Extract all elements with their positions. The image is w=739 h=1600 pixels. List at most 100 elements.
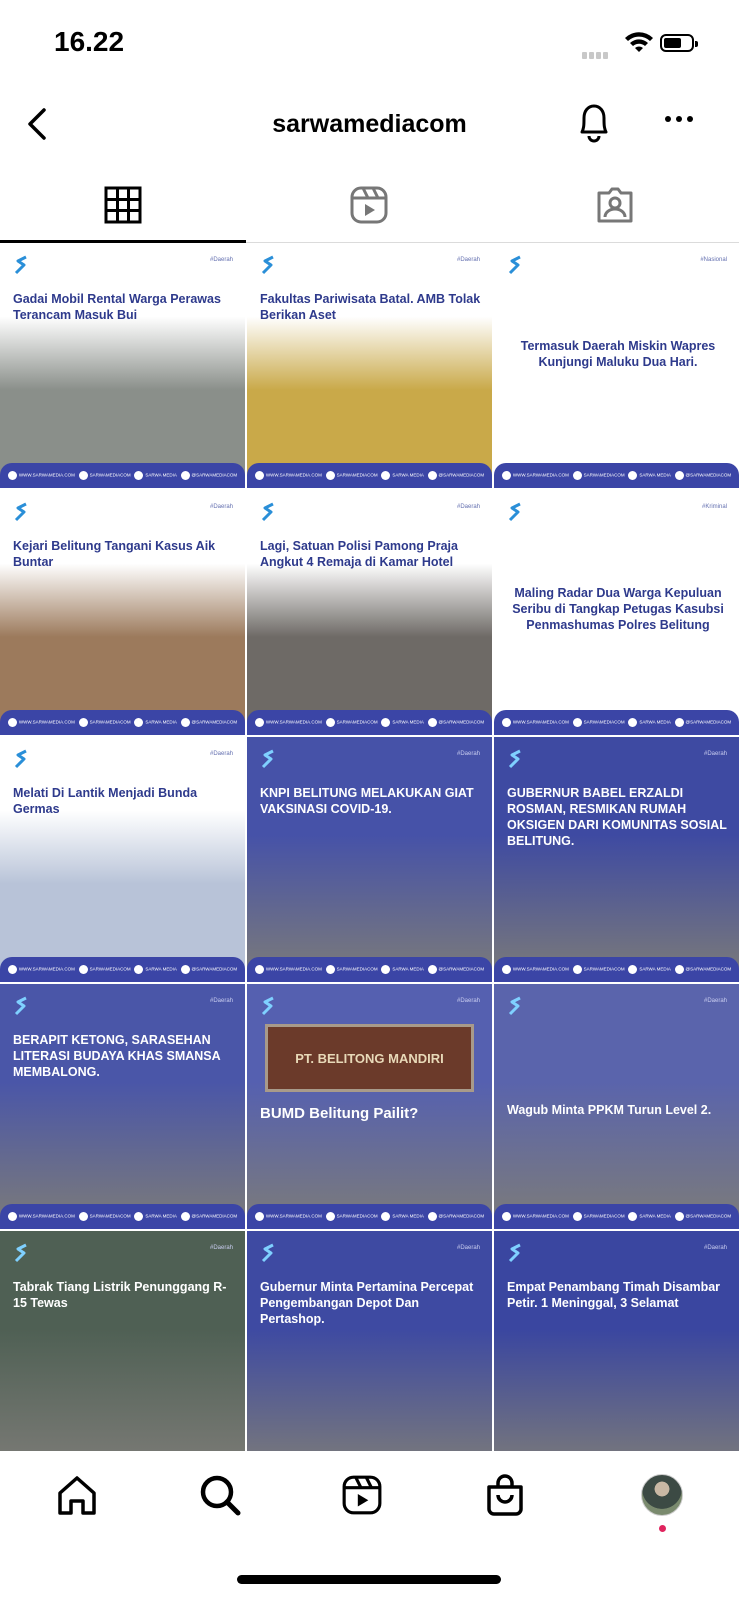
nav-home[interactable] bbox=[52, 1470, 102, 1520]
post-category-tag: #Daerah bbox=[456, 998, 480, 1004]
post-footer: WWW.SARWAMEDIA.COM SARWAMEDIACOM SARWA MED… bbox=[0, 463, 245, 488]
brand-logo-icon bbox=[261, 255, 274, 275]
posts-grid: #Daerah Gadai Mobil Rental Warga Perawas … bbox=[0, 243, 739, 1451]
grid-post[interactable]: #Daerah Gubernur Minta Pertamina Percepat… bbox=[247, 1231, 492, 1451]
footer-twitter-text: @SARWAMEDIACOM bbox=[438, 966, 485, 972]
twitter-icon bbox=[674, 718, 684, 727]
grid-post[interactable]: #Daerah Tabrak Tiang Listrik Penunggang R… bbox=[0, 1231, 245, 1451]
post-category-tag: #Daerah bbox=[456, 1245, 480, 1251]
grid-post[interactable]: #Daerah KNPI BELITUNG MELAKUKAN GIAT VAKS… bbox=[247, 737, 492, 982]
tab-grid[interactable] bbox=[0, 168, 246, 243]
twitter-icon bbox=[180, 718, 190, 727]
footer-twitter-text: @SARWAMEDIACOM bbox=[685, 1213, 732, 1219]
footer-facebook: SARWA MEDIA bbox=[134, 1212, 177, 1221]
post-footer: WWW.SARWAMEDIA.COM SARWAMEDIACOM SARWA MED… bbox=[494, 1204, 739, 1229]
grid-post[interactable]: #Daerah BERAPIT KETONG, SARASEHAN LITERAS… bbox=[0, 984, 245, 1229]
brand-logo-icon bbox=[261, 996, 274, 1016]
grid-post[interactable]: #Daerah PT. BELITONG MANDIRI BUMD Belitung… bbox=[247, 984, 492, 1229]
brand-logo-icon bbox=[508, 749, 521, 769]
twitter-icon bbox=[674, 471, 684, 480]
post-headline: GUBERNUR BABEL ERZALDI ROSMAN, RESMIKAN … bbox=[507, 786, 727, 848]
grid-post[interactable]: #Daerah GUBERNUR BABEL ERZALDI ROSMAN, RE… bbox=[494, 737, 739, 982]
instagram-icon bbox=[572, 1212, 582, 1221]
brand-logo-icon bbox=[14, 255, 27, 275]
avatar bbox=[641, 1474, 683, 1516]
twitter-icon bbox=[180, 965, 190, 974]
footer-facebook: SARWA MEDIA bbox=[628, 965, 671, 974]
footer-facebook: SARWA MEDIA bbox=[628, 718, 671, 727]
footer-website: WWW.SARWAMEDIA.COM bbox=[501, 1212, 569, 1221]
footer-instagram-text: SARWAMEDIACOM bbox=[336, 719, 378, 725]
footer-twitter-text: @SARWAMEDIACOM bbox=[685, 719, 732, 725]
website-icon bbox=[501, 1212, 511, 1221]
facebook-icon bbox=[134, 1212, 144, 1221]
tab-reels[interactable] bbox=[246, 168, 492, 242]
footer-facebook: SARWA MEDIA bbox=[381, 718, 424, 727]
post-footer: WWW.SARWAMEDIA.COM SARWAMEDIACOM SARWA MED… bbox=[0, 957, 245, 982]
instagram-icon bbox=[572, 471, 582, 480]
grid-post[interactable]: #Daerah Gadai Mobil Rental Warga Perawas … bbox=[0, 243, 245, 488]
post-category-tag: #Daerah bbox=[456, 751, 480, 757]
brand-logo-icon bbox=[261, 502, 274, 522]
website-icon bbox=[254, 471, 264, 480]
grid-post[interactable]: #Daerah Melati Di Lantik Menjadi Bunda Ge… bbox=[0, 737, 245, 982]
facebook-icon bbox=[381, 471, 391, 480]
post-headline: BUMD Belitung Pailit? bbox=[260, 1105, 419, 1122]
grid-post[interactable]: #Daerah Wagub Minta PPKM Turun Level 2. WW… bbox=[494, 984, 739, 1229]
footer-instagram-text: SARWAMEDIACOM bbox=[583, 472, 625, 478]
footer-facebook: SARWA MEDIA bbox=[134, 965, 177, 974]
nav-reels[interactable] bbox=[337, 1470, 387, 1520]
post-category-tag: #Daerah bbox=[209, 1245, 233, 1251]
footer-website: WWW.SARWAMEDIA.COM bbox=[254, 718, 322, 727]
nav-shop[interactable] bbox=[480, 1470, 530, 1520]
grid-post[interactable]: #Kriminal Maling Radar Dua Warga Kepuluan… bbox=[494, 490, 739, 735]
footer-twitter-text: @SARWAMEDIACOM bbox=[191, 719, 238, 725]
website-icon bbox=[7, 1212, 17, 1221]
website-icon bbox=[501, 471, 511, 480]
instagram-icon bbox=[78, 1212, 88, 1221]
search-icon bbox=[200, 1475, 241, 1516]
footer-twitter: @SARWAMEDIACOM bbox=[674, 965, 731, 974]
grid-post[interactable]: #Daerah Lagi, Satuan Polisi Pamong Praja … bbox=[247, 490, 492, 735]
footer-instagram-text: SARWAMEDIACOM bbox=[336, 472, 378, 478]
footer-instagram: SARWAMEDIACOM bbox=[572, 471, 625, 480]
tab-tagged[interactable] bbox=[492, 168, 738, 242]
facebook-icon bbox=[628, 718, 638, 727]
post-headline: Termasuk Daerah Miskin Wapres Kunjungi M… bbox=[520, 339, 716, 369]
website-icon bbox=[501, 718, 511, 727]
notification-bell-icon[interactable] bbox=[574, 100, 614, 144]
footer-facebook-text: SARWA MEDIA bbox=[639, 1213, 671, 1219]
facebook-icon bbox=[381, 1212, 391, 1221]
footer-website: WWW.SARWAMEDIA.COM bbox=[7, 965, 75, 974]
grid-post[interactable]: #Daerah Empat Penambang Timah Disambar Pe… bbox=[494, 1231, 739, 1451]
home-indicator bbox=[237, 1575, 501, 1584]
grid-post[interactable]: #Daerah Fakultas Pariwisata Batal. AMB To… bbox=[247, 243, 492, 488]
footer-website: WWW.SARWAMEDIA.COM bbox=[7, 718, 75, 727]
profile-username: sarwamediacom bbox=[272, 110, 467, 138]
website-icon bbox=[254, 1212, 264, 1221]
post-sign-text: PT. BELITONG MANDIRI bbox=[265, 1024, 474, 1092]
footer-instagram: SARWAMEDIACOM bbox=[572, 1212, 625, 1221]
post-footer: WWW.SARWAMEDIA.COM SARWAMEDIACOM SARWA MED… bbox=[247, 710, 492, 735]
nav-search[interactable] bbox=[195, 1470, 245, 1520]
more-options-icon[interactable] bbox=[664, 114, 694, 124]
grid-post[interactable]: #Nasional Termasuk Daerah Miskin Wapres K… bbox=[494, 243, 739, 488]
footer-facebook: SARWA MEDIA bbox=[628, 1212, 671, 1221]
grid-post[interactable]: #Daerah Kejari Belitung Tangani Kasus Aik… bbox=[0, 490, 245, 735]
website-icon bbox=[254, 965, 264, 974]
status-time: 16.22 bbox=[54, 26, 125, 57]
footer-facebook: SARWA MEDIA bbox=[381, 471, 424, 480]
post-category-tag: #Daerah bbox=[703, 1245, 727, 1251]
website-icon bbox=[501, 965, 511, 974]
post-category-tag: #Daerah bbox=[209, 998, 233, 1004]
footer-website-text: WWW.SARWAMEDIA.COM bbox=[512, 1213, 569, 1219]
footer-website: WWW.SARWAMEDIA.COM bbox=[501, 718, 569, 727]
nav-profile[interactable] bbox=[637, 1470, 687, 1520]
home-icon bbox=[58, 1476, 96, 1515]
footer-facebook: SARWA MEDIA bbox=[381, 965, 424, 974]
footer-twitter-text: @SARWAMEDIACOM bbox=[191, 472, 238, 478]
instagram-icon bbox=[325, 965, 335, 974]
instagram-icon bbox=[325, 471, 335, 480]
footer-website: WWW.SARWAMEDIA.COM bbox=[7, 471, 75, 480]
reels-icon bbox=[350, 186, 388, 224]
